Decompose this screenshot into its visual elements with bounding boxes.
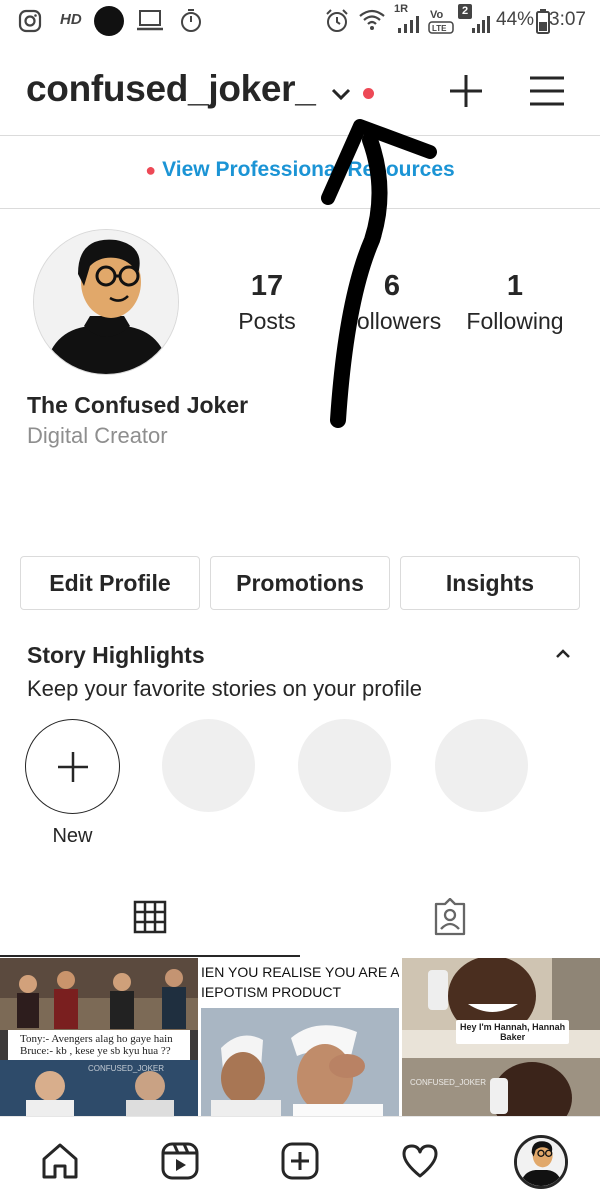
hand-drawn-arrow-annotation: [321, 119, 437, 428]
highlight-placeholder: [162, 719, 255, 812]
grid-post[interactable]: Tony:- Avengers alag ho gaye hain Bruce:…: [0, 958, 198, 1116]
active-tab-indicator: [0, 955, 300, 957]
hd-indicator: HD: [60, 11, 82, 28]
highlight-placeholder: [435, 719, 528, 812]
notification-dot: ●: [145, 160, 157, 180]
battery-icon: [536, 9, 550, 34]
meme-caption-box: Tony:- Avengers alag ho gaye hain Bruce:…: [8, 1030, 190, 1060]
profile-avatar[interactable]: [33, 229, 179, 375]
svg-text:LTE: LTE: [432, 24, 447, 33]
instagram-notification-icon: [18, 9, 42, 33]
profile-category: Digital Creator: [27, 423, 168, 448]
volte-icon: Vo LTE: [428, 9, 454, 34]
profile-avatar[interactable]: [514, 1135, 568, 1189]
clock: 3:07: [549, 9, 586, 30]
meme-caption-line: IEPOTISM PRODUCT: [201, 984, 342, 1000]
new-post-icon[interactable]: [280, 1141, 320, 1181]
post-image: [201, 1008, 399, 1116]
following-label: Following: [466, 308, 564, 334]
signal-sim1-icon: [398, 16, 419, 33]
edit-profile-button[interactable]: Edit Profile: [20, 556, 200, 610]
home-icon[interactable]: [40, 1141, 80, 1181]
account-switcher-username[interactable]: confused_joker_: [26, 68, 316, 110]
profile-full-name: The Confused Joker: [27, 392, 249, 418]
wifi-icon: [359, 9, 385, 30]
meme-caption-line: Tony:- Avengers alag ho gaye hain: [20, 1033, 173, 1045]
tagged-tab-icon[interactable]: [432, 898, 468, 936]
cartoon-avatar-illustration: [34, 230, 178, 374]
meme-caption-box: Hey I'm Hannah, Hannah Baker: [456, 1020, 570, 1044]
meme-caption-line: Bruce:- kb , kese ye sb kyu hua ??: [20, 1045, 171, 1057]
new-highlight-label: New: [52, 825, 93, 847]
chevron-up-icon[interactable]: [553, 646, 573, 662]
recording-dot-icon: [94, 6, 124, 36]
status-bar: HD 1R Vo LTE 2 44% 3:07: [0, 0, 600, 42]
post-image: [0, 958, 198, 1030]
promotions-button[interactable]: Promotions: [210, 556, 390, 610]
signal-sim2-icon: [472, 16, 490, 33]
post-watermark: CONFUSED_JOKER: [410, 1078, 487, 1087]
alarm-icon: [326, 9, 348, 32]
new-highlight-button[interactable]: [25, 719, 120, 814]
grid-post[interactable]: Hey I'm Hannah, Hannah Baker CONFUSED_JO…: [402, 958, 600, 1116]
highlight-placeholder: [298, 719, 391, 812]
new-post-icon[interactable]: [447, 72, 485, 110]
following-count[interactable]: 1: [445, 270, 585, 303]
post-image: [402, 1058, 600, 1116]
grid-tab-icon[interactable]: [133, 900, 167, 934]
laptop-icon: [137, 10, 163, 31]
notification-dot: [363, 88, 374, 99]
meme-caption-line: IEN YOU REALISE YOU ARE ALS: [201, 964, 399, 980]
grid-post[interactable]: IEN YOU REALISE YOU ARE ALS IEPOTISM PRO…: [201, 958, 399, 1116]
battery-percent: 44%: [496, 9, 535, 30]
cartoon-avatar-illustration: [517, 1138, 565, 1186]
insights-button[interactable]: Insights: [400, 556, 580, 610]
timer-icon: [181, 9, 201, 32]
reels-icon[interactable]: [160, 1141, 200, 1181]
svg-text:Vo: Vo: [430, 9, 444, 21]
plus-icon: [58, 752, 88, 782]
story-highlights-title: Story Highlights: [27, 642, 205, 668]
post-watermark: CONFUSED_JOKER: [88, 1064, 165, 1073]
menu-icon[interactable]: [528, 74, 566, 108]
meme-caption-line: Baker: [500, 1032, 526, 1042]
activity-heart-icon[interactable]: [400, 1143, 440, 1179]
bottom-navigation: [0, 1116, 600, 1201]
story-highlights-subtitle: Keep your favorite stories on your profi…: [27, 676, 422, 701]
meme-caption-line: Hey I'm Hannah, Hannah: [460, 1022, 566, 1032]
